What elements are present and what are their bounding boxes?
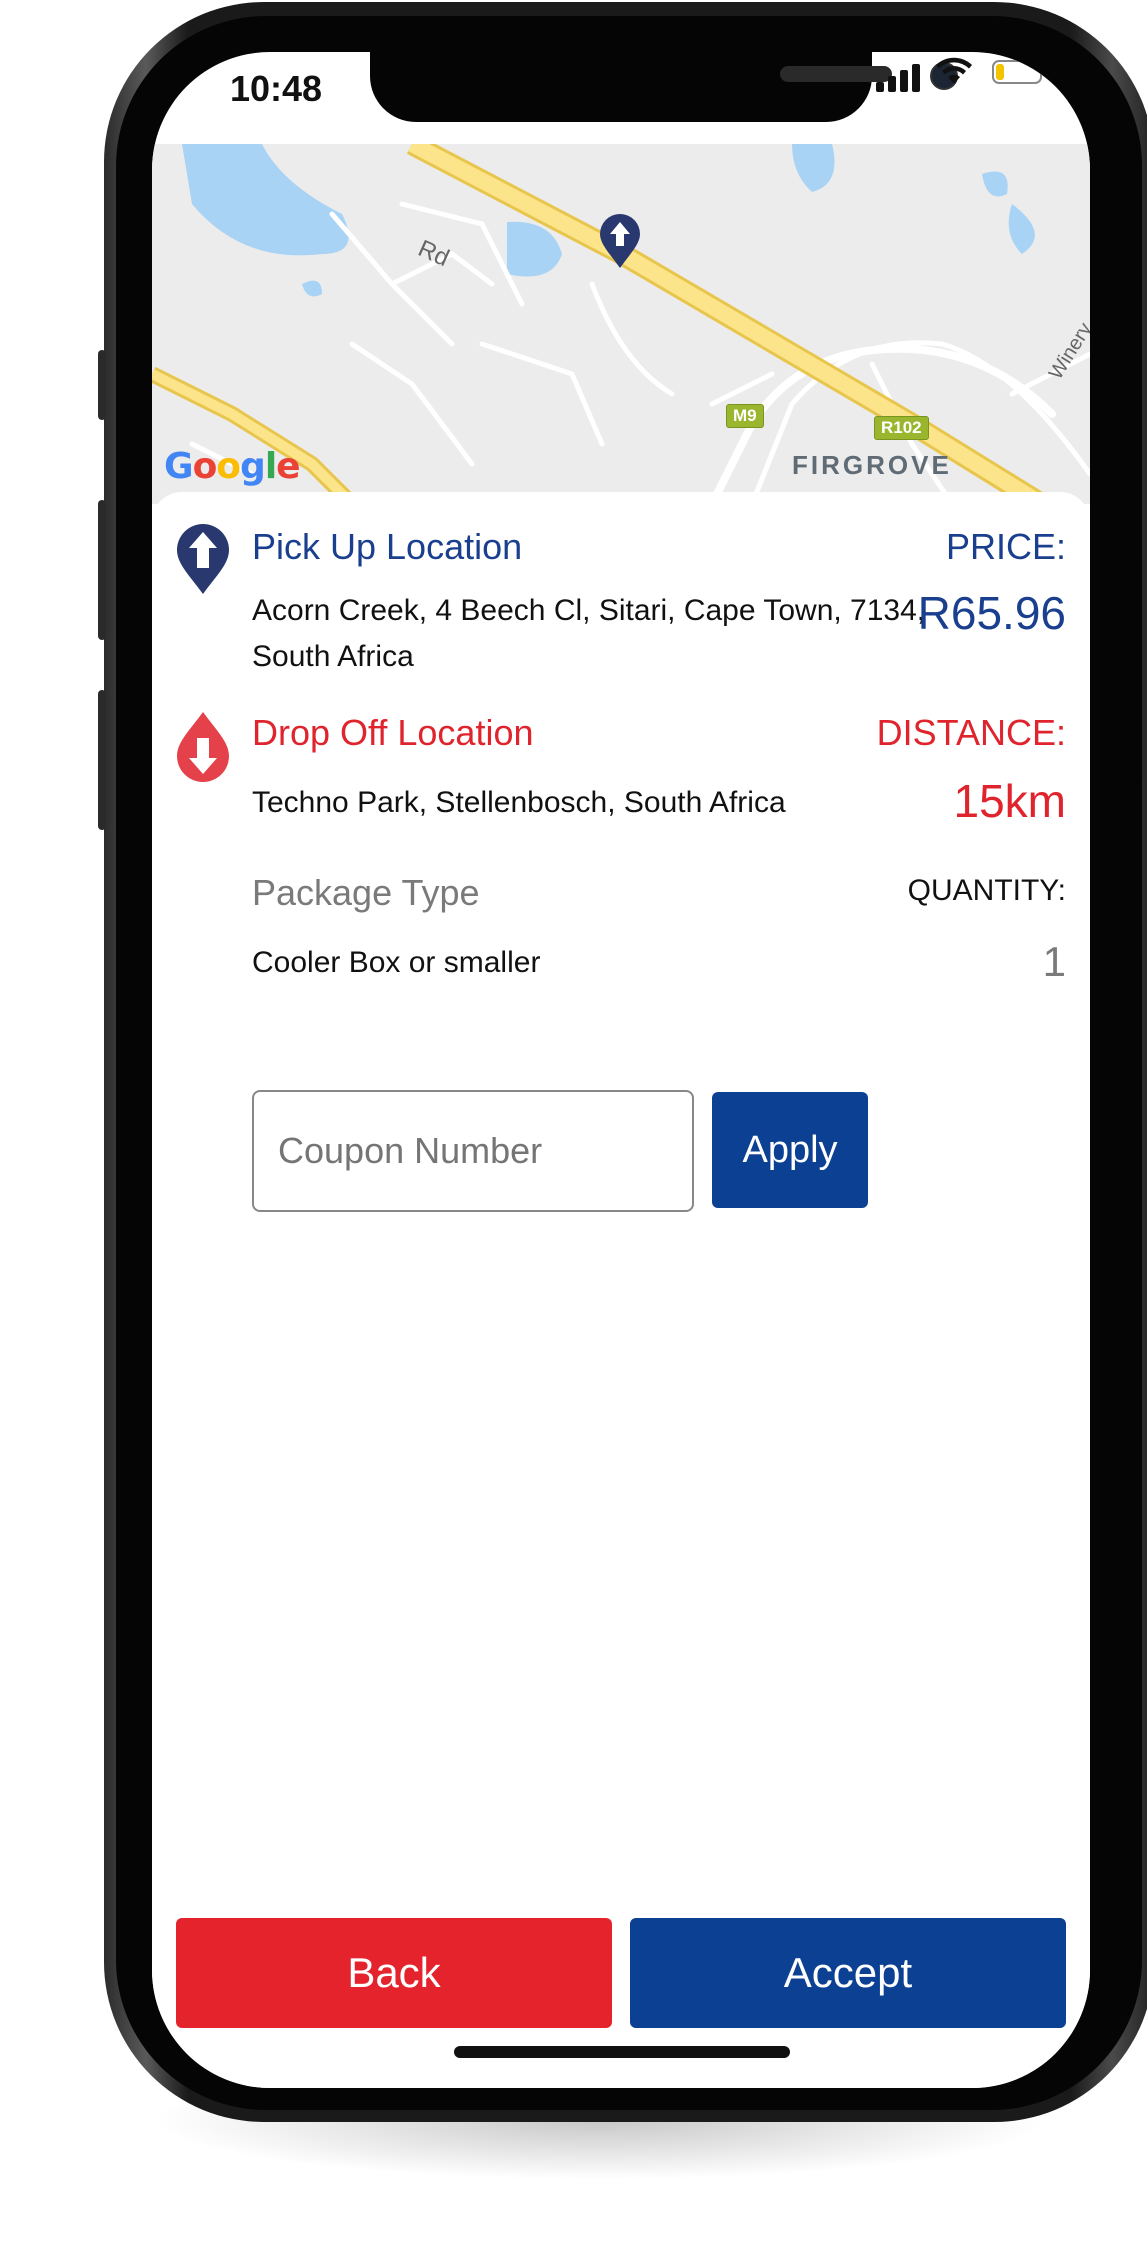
pickup-address-line2: South Africa (252, 640, 414, 673)
map-place-label: FIRGROVE (792, 450, 952, 480)
wifi-icon (936, 57, 972, 84)
app-screen: 10:48 Rd Winery M9 R102 FIRGROVE Google … (152, 52, 1090, 2088)
status-time: 10:48 (230, 68, 323, 109)
back-button[interactable]: Back (176, 1918, 612, 2028)
quantity-value: 1 (1042, 938, 1066, 985)
coupon-number-input[interactable] (252, 1090, 694, 1212)
pickup-address-line1: Acorn Creek, 4 Beech Cl, Sitari, Cape To… (252, 594, 926, 627)
volume-up-button (98, 500, 106, 640)
map-route-m9: M9 (726, 404, 764, 428)
dropoff-address: Techno Park, Stellenbosch, South Africa (252, 786, 786, 819)
map-route-r102: R102 (874, 416, 929, 440)
battery-level (996, 64, 1004, 80)
battery-icon (992, 60, 1048, 84)
notch (370, 52, 958, 122)
map-view[interactable]: Rd Winery M9 R102 FIRGROVE Google (152, 144, 1090, 504)
home-indicator[interactable] (454, 2046, 790, 2058)
google-logo: Google (164, 446, 301, 487)
arrow-down-pin-icon (177, 712, 229, 782)
distance-value: 15km (953, 775, 1066, 827)
distance-label: DISTANCE: (876, 712, 1066, 753)
arrow-up-pin-icon (177, 524, 229, 594)
pickup-address: Acorn Creek, 4 Beech Cl, Sitari, Cape To… (252, 588, 926, 680)
price-value: R65.96 (917, 587, 1066, 639)
dropoff-location-title: Drop Off Location (252, 712, 534, 753)
mute-switch (98, 350, 106, 420)
package-type-value: Cooler Box or smaller (252, 946, 541, 979)
package-type-label: Package Type (252, 872, 480, 913)
price-label: PRICE: (945, 526, 1066, 567)
quantity-label: QUANTITY: (907, 874, 1066, 907)
volume-down-button (98, 690, 106, 830)
apply-coupon-button[interactable]: Apply (712, 1092, 868, 1208)
trip-details-card: Pick Up Location PRICE: Acorn Creek, 4 B… (152, 492, 1090, 2088)
pickup-location-title: Pick Up Location (252, 526, 523, 567)
accept-button[interactable]: Accept (630, 1918, 1066, 2028)
cellular-signal-icon (876, 62, 922, 92)
